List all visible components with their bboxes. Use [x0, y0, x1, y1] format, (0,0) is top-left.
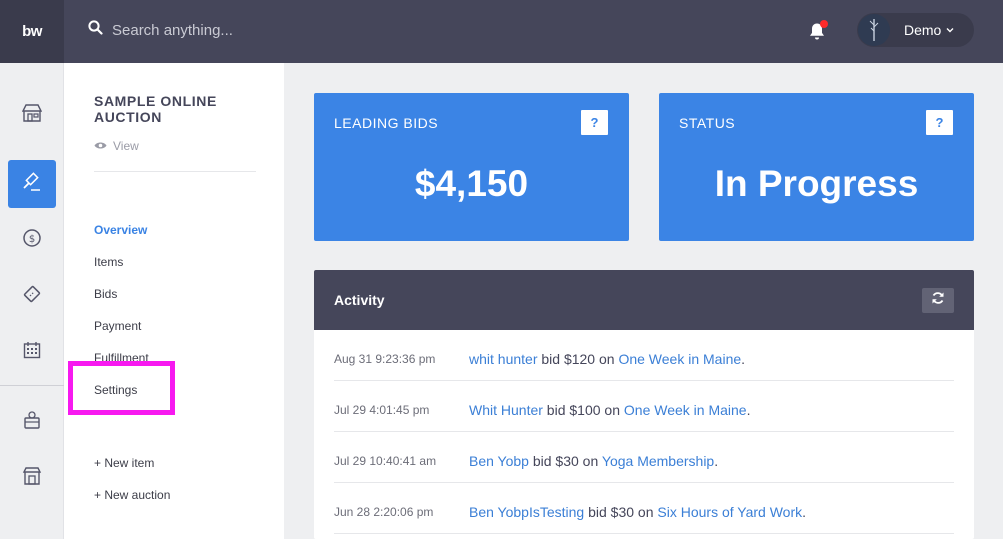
activity-row: Jul 29 10:40:41 am Ben Yobp bid $30 on Y…	[334, 432, 954, 483]
rail-item-store[interactable]	[8, 91, 56, 139]
rail-item-auctions[interactable]	[8, 160, 56, 208]
ticket-icon	[22, 284, 42, 309]
rail-item-events[interactable]	[8, 328, 56, 376]
search-input[interactable]	[112, 21, 412, 39]
item-link[interactable]: One Week in Maine	[618, 351, 741, 367]
app-logo[interactable]: bw	[0, 0, 64, 63]
activity-time: Aug 31 9:23:36 pm	[334, 352, 436, 366]
help-button[interactable]: ?	[926, 110, 953, 135]
leading-bids-value: $4,150	[414, 163, 529, 204]
new-auction-link[interactable]: + New auction	[94, 488, 170, 502]
nav-bids[interactable]: Bids	[94, 287, 117, 301]
rail-divider	[0, 385, 64, 386]
store-icon	[21, 103, 43, 127]
activity-panel: Activity Aug 31 9:23:36 pm whit hunter b…	[314, 270, 974, 539]
new-item-link[interactable]: + New item	[94, 456, 154, 470]
activity-time: Jul 29 10:40:41 am	[334, 454, 437, 468]
icon-rail: $	[0, 63, 64, 539]
item-link[interactable]: One Week in Maine	[624, 402, 747, 418]
auction-title: SAMPLE ONLINE AUCTION	[94, 93, 217, 125]
activity-end: .	[746, 402, 751, 418]
activity-action: bid $100 on	[542, 402, 624, 418]
rail-item-tickets[interactable]	[8, 272, 56, 320]
activity-text: Whit Hunter bid $100 on One Week in Main…	[469, 402, 750, 418]
search-icon	[88, 20, 103, 40]
status-value: In Progress	[714, 163, 919, 204]
nav-items[interactable]: Items	[94, 255, 123, 269]
rail-item-shop[interactable]	[8, 454, 56, 502]
rail-item-fundraising[interactable]	[8, 398, 56, 446]
nav-payment[interactable]: Payment	[94, 319, 141, 333]
activity-row: Jul 29 4:01:45 pm Whit Hunter bid $100 o…	[334, 381, 954, 432]
activity-text: whit hunter bid $120 on One Week in Main…	[469, 351, 745, 367]
dollar-coin-icon: $	[22, 228, 42, 253]
notification-badge	[820, 20, 828, 28]
card-label: STATUS	[679, 115, 736, 131]
view-label: View	[113, 139, 139, 153]
bidder-link[interactable]: Ben Yobp	[469, 453, 529, 469]
top-bar: bw Demo	[0, 0, 1003, 63]
activity-end: .	[802, 504, 806, 520]
activity-action: bid $30 on	[528, 453, 602, 469]
eye-icon	[94, 139, 107, 153]
activity-end: .	[741, 351, 746, 367]
status-card: STATUS ? In Progress	[659, 93, 974, 241]
bidder-link[interactable]: Whit Hunter	[469, 402, 543, 418]
chevron-down-icon	[946, 25, 954, 35]
rail-item-donations[interactable]: $	[8, 216, 56, 264]
activity-header: Activity	[314, 270, 974, 330]
help-button[interactable]: ?	[581, 110, 608, 135]
item-link[interactable]: Six Hours of Yard Work	[657, 504, 802, 520]
storefront-icon	[22, 466, 42, 491]
activity-end: .	[714, 453, 719, 469]
leading-bids-card: LEADING BIDS ? $4,150	[314, 93, 629, 241]
bidder-link[interactable]: Ben YobpIsTesting	[469, 504, 584, 520]
activity-action: bid $120 on	[537, 351, 619, 367]
activity-text: Ben Yobp bid $30 on Yoga Membership.	[469, 453, 718, 469]
item-link[interactable]: Yoga Membership	[602, 453, 714, 469]
card-label: LEADING BIDS	[334, 115, 439, 131]
nav-overview[interactable]: Overview	[94, 223, 147, 237]
activity-time: Jul 29 4:01:45 pm	[334, 403, 430, 417]
calendar-icon	[23, 341, 41, 364]
notifications-button[interactable]	[808, 20, 828, 42]
user-menu[interactable]: Demo	[857, 13, 974, 47]
activity-action: bid $30 on	[584, 504, 658, 520]
activity-title: Activity	[334, 292, 385, 308]
divider	[94, 171, 256, 172]
svg-text:$: $	[29, 234, 35, 245]
nav-settings[interactable]: Settings	[94, 383, 137, 397]
auction-sidebar: SAMPLE ONLINE AUCTION View Overview Item…	[64, 63, 284, 539]
user-name: Demo	[904, 22, 942, 38]
donation-box-icon	[22, 410, 42, 435]
avatar	[858, 14, 890, 46]
refresh-button[interactable]	[922, 287, 954, 313]
refresh-icon	[931, 291, 945, 310]
activity-time: Jun 28 2:20:06 pm	[334, 505, 434, 519]
activity-row: Aug 31 9:23:36 pm whit hunter bid $120 o…	[334, 330, 954, 381]
view-link[interactable]: View	[94, 139, 139, 153]
activity-row: Jun 28 2:20:06 pm Ben YobpIsTesting bid …	[334, 483, 954, 534]
bidder-link[interactable]: whit hunter	[469, 351, 537, 367]
gavel-icon	[22, 171, 42, 197]
activity-text: Ben YobpIsTesting bid $30 on Six Hours o…	[469, 504, 806, 520]
search-bar[interactable]	[88, 20, 412, 40]
